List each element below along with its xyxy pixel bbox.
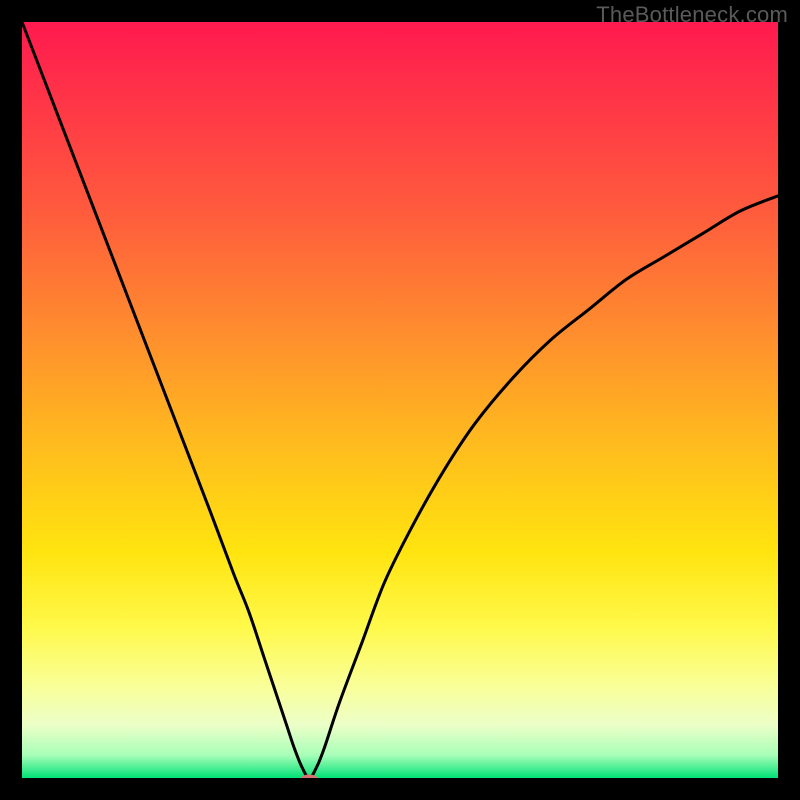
gradient-background [22,22,778,778]
chart-svg [22,22,778,778]
watermark-text: TheBottleneck.com [596,2,788,28]
chart-frame [22,22,778,778]
